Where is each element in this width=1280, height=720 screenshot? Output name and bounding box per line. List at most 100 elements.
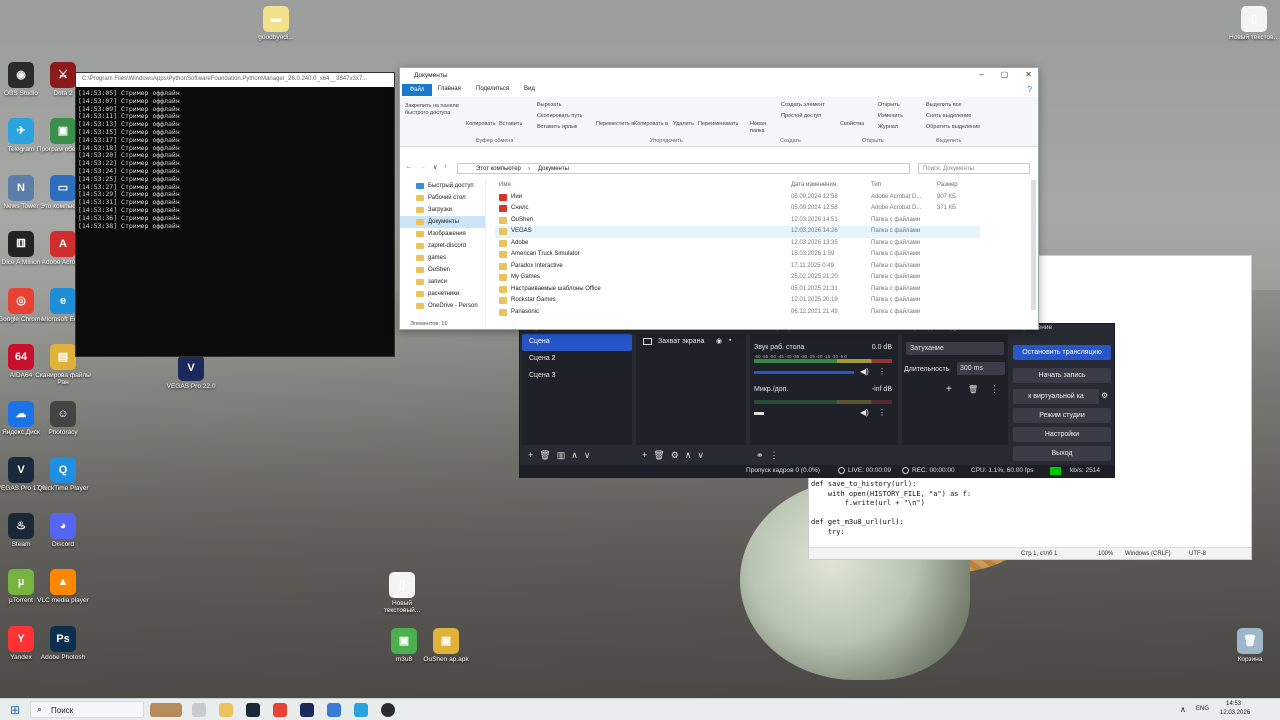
cut-button[interactable]: Вырезать: [537, 102, 561, 108]
breadcrumb-item[interactable]: Документы: [538, 166, 569, 172]
transition-select[interactable]: Затухание: [906, 342, 1004, 355]
scrollbar[interactable]: [1031, 180, 1036, 310]
explorer-taskbar-icon[interactable]: [219, 703, 233, 717]
select-all-button[interactable]: Выделить все: [926, 102, 962, 108]
invert-selection-button[interactable]: Обратить выделение: [926, 124, 980, 130]
link-icon[interactable]: ⚭: [756, 450, 764, 461]
studio-mode-button[interactable]: Режим студии: [1013, 408, 1111, 423]
scene-item[interactable]: Сцена: [522, 334, 632, 351]
down-icon[interactable]: ∨: [697, 450, 704, 461]
desktop-icon[interactable]: ▯ Новый текстовый...: [374, 572, 430, 614]
tab-share[interactable]: Поделиться: [476, 86, 509, 92]
edit-button[interactable]: Изменить: [878, 113, 903, 119]
rename-button[interactable]: Переименовать: [698, 121, 738, 127]
desktop-icon[interactable]: Ps Adobe Photosh: [35, 626, 91, 661]
move-to-button[interactable]: Переместить в: [596, 121, 634, 127]
properties-button[interactable]: Свойства: [840, 121, 864, 127]
scene-item[interactable]: Сцена 3: [522, 368, 632, 385]
delete-button[interactable]: Удалить: [673, 121, 694, 127]
nav-item[interactable]: zapret-discord: [400, 240, 485, 252]
file-row[interactable]: Снилс 05.09.2024 12:58 Adobe Acrobat D... 3…: [495, 203, 980, 215]
select-none-button[interactable]: Снять выделение: [926, 113, 971, 119]
nav-item[interactable]: OneDrive - Person: [400, 300, 485, 312]
exit-button[interactable]: Выход: [1013, 446, 1111, 461]
file-row[interactable]: Иии 05.09.2024 12:58 Adobe Acrobat D... 907…: [495, 192, 980, 204]
close-icon[interactable]: ✕: [1025, 70, 1032, 79]
trash-icon[interactable]: 🗑: [968, 385, 978, 394]
start-record-button[interactable]: Начать запись: [1013, 368, 1111, 383]
kebab-menu-icon[interactable]: ⋮: [878, 408, 886, 417]
task-view-icon[interactable]: [192, 703, 206, 717]
pin-button[interactable]: Закрепить на панели быстрого доступа: [405, 103, 465, 116]
file-row[interactable]: American Truck Simulator 15.03.2026 1:59 П…: [495, 249, 980, 261]
forward-icon[interactable]: →: [420, 164, 426, 170]
paste-button[interactable]: Вставить: [499, 121, 522, 127]
file-row[interactable]: Настраиваемые шаблоны Office 05.01.2025 2…: [495, 284, 980, 296]
paste-shortcut-button[interactable]: Вставить ярлык: [537, 124, 577, 130]
editor-code[interactable]: def save_to_history(url): with open(HIST…: [811, 480, 971, 537]
recent-icon[interactable]: ∨: [433, 164, 437, 171]
obs-window[interactable]: Сцены Источники Микшер звука Переходы ме…: [519, 323, 1115, 478]
gear-icon[interactable]: ⚙: [671, 450, 679, 461]
scene-item[interactable]: Сцена 2: [522, 351, 632, 368]
open-button[interactable]: Открыть: [878, 102, 900, 108]
obs-taskbar-icon[interactable]: [381, 703, 395, 717]
gear-icon[interactable]: ⚙: [1101, 391, 1108, 400]
eye-icon[interactable]: ◉: [716, 337, 722, 345]
trash-icon[interactable]: 🗑: [539, 450, 550, 461]
desktop-icon[interactable]: 🗑 Корзина: [1222, 628, 1278, 663]
filter-icon[interactable]: ▥: [557, 450, 566, 461]
vegas-taskbar-icon[interactable]: [300, 703, 314, 717]
up-icon[interactable]: ∧: [685, 450, 692, 461]
windows-start-icon[interactable]: ⊞: [10, 703, 20, 717]
settings-button[interactable]: Настройки: [1013, 427, 1111, 442]
file-row[interactable]: Adobe 12.03.2026 13:35 Папка с файлами: [495, 238, 980, 250]
steam-taskbar-icon[interactable]: [246, 703, 260, 717]
copy-button[interactable]: Копировать: [466, 121, 496, 127]
file-row[interactable]: VEGAS 12.03.2026 14:26 Папка с файлами: [495, 226, 980, 238]
notepad-taskbar-icon[interactable]: [354, 703, 368, 717]
breadcrumb-item[interactable]: Этот компьютер: [476, 166, 521, 172]
desktop-icon[interactable]: ◕ Discord: [35, 513, 91, 548]
volume-slider[interactable]: [754, 371, 854, 374]
desktop-icon[interactable]: Q QuickTime Player: [35, 457, 91, 492]
search-box[interactable]: ⌕ Поиск: [30, 701, 144, 718]
new-folder-button[interactable]: Новая папка: [750, 121, 774, 134]
tab-view[interactable]: Вид: [524, 86, 535, 92]
nav-item[interactable]: OuShen: [400, 264, 485, 276]
trash-icon[interactable]: 🗑: [653, 450, 664, 461]
speaker-icon[interactable]: ◀): [860, 408, 869, 417]
nav-item[interactable]: games: [400, 252, 485, 264]
lock-icon[interactable]: ▪: [729, 337, 731, 344]
column-header[interactable]: Тип: [871, 182, 881, 188]
file-row[interactable]: Paradox Interactive 17.11.2025 0:49 Папка …: [495, 261, 980, 273]
copy-to-button[interactable]: Копировать в: [634, 121, 668, 127]
address-bar[interactable]: Этот компьютер › Документы: [457, 163, 910, 174]
add-icon[interactable]: +: [642, 450, 647, 460]
nav-item[interactable]: Быстрый доступ: [400, 180, 485, 192]
file-row[interactable]: OuShen 12.03.2026 14:51 Папка с файлами: [495, 215, 980, 227]
add-icon[interactable]: +: [528, 450, 533, 460]
column-header[interactable]: Имя: [499, 182, 511, 188]
copy-path-button[interactable]: Скопировать путь: [537, 113, 583, 119]
search-highlight-icon[interactable]: [150, 703, 182, 717]
desktop-icon[interactable]: ▣ OuShen ap.apk: [418, 628, 474, 663]
python-taskbar-icon[interactable]: [327, 703, 341, 717]
volume-slider[interactable]: [754, 412, 764, 415]
help-icon[interactable]: ?: [1028, 85, 1032, 94]
file-explorer-window[interactable]: Документы – ▢ ✕ Файл Главная Поделиться …: [399, 67, 1039, 330]
nav-item[interactable]: Загрузки: [400, 204, 485, 216]
stop-stream-button[interactable]: Остановить трансляцию: [1013, 345, 1111, 360]
column-header[interactable]: Размер: [937, 182, 958, 188]
up-icon[interactable]: ∧: [571, 450, 578, 461]
nav-item[interactable]: Документы: [400, 216, 485, 228]
desktop-icon[interactable]: ▬ goodbyedi...: [248, 6, 304, 41]
kebab-menu-icon[interactable]: ⋮: [878, 367, 886, 376]
column-header[interactable]: Дата изменения: [791, 182, 836, 188]
language-indicator[interactable]: ENG: [1196, 706, 1209, 712]
maximize-icon[interactable]: ▢: [1001, 70, 1009, 79]
desktop-icon[interactable]: ▲ VLC media player: [35, 569, 91, 604]
duration-input[interactable]: 300 ms: [957, 362, 1005, 375]
python-console-window[interactable]: C:\Program Files\WindowsApps\PythonSoftw…: [75, 72, 395, 357]
new-item-button[interactable]: Создать элемент: [781, 102, 825, 108]
